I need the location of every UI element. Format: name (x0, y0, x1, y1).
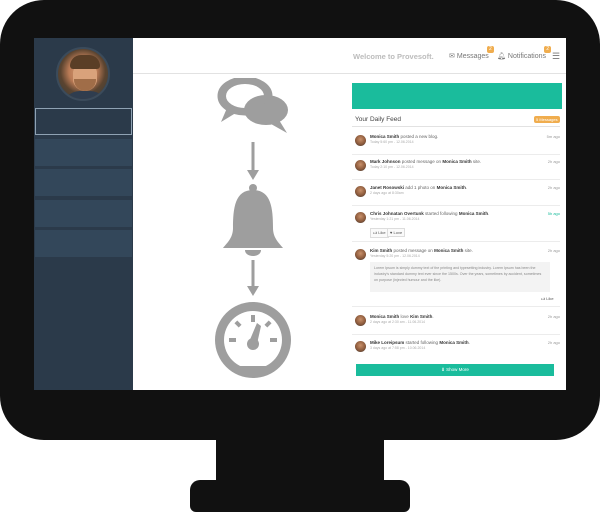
feed-avatar[interactable] (355, 186, 366, 197)
love-button[interactable]: ♥ Love (387, 228, 406, 237)
arrow-1 (247, 142, 259, 180)
arrow-2 (247, 260, 259, 296)
screen: Welcome to Provesoft. ✉ Messages 2 🔔︎ Noti… (34, 38, 566, 390)
sidebar-item-3[interactable] (35, 169, 132, 196)
like-button[interactable]: 👍︎ Like (541, 296, 554, 302)
feed-item-quote: Lorem Ipsum is simply dummy text of the … (370, 262, 550, 292)
feed-item-date: 3 days ago at 7:58 pm - 10.06.2014 (370, 346, 426, 350)
feed-title: Your Daily Feed (355, 116, 402, 123)
feed-avatar[interactable] (355, 135, 366, 146)
sidebar-item-5[interactable] (35, 230, 132, 257)
envelope-icon: ✉ (449, 53, 455, 60)
feed-item-time: 5h ago (547, 211, 560, 216)
sidebar (34, 38, 133, 390)
notifications-link[interactable]: 🔔︎ Notifications 2 (497, 46, 552, 60)
messages-badge: 2 (487, 46, 494, 53)
sidebar-item-4[interactable] (35, 200, 132, 227)
show-more-button[interactable]: ⬇ Show More (356, 364, 554, 376)
messages-link[interactable]: ✉ Messages 2 (449, 46, 494, 60)
feed-avatar[interactable] (355, 212, 366, 223)
feed-messages-badge: 5 Messages (534, 116, 560, 123)
notifications-badge: 2 (544, 46, 552, 53)
feed-item-date: 2 days ago at 8:30am (370, 191, 404, 195)
user-avatar[interactable] (56, 47, 110, 101)
bell-small-icon: 🔔︎ (497, 53, 506, 60)
feed-banner (352, 83, 562, 109)
notifications-label: Notifications (507, 53, 547, 60)
feed-item-date: Yesterday 5:20 pm - 12.06.2014 (370, 254, 420, 258)
feed-item-time: 2h ago (547, 314, 560, 319)
top-navbar: Welcome to Provesoft. ✉ Messages 2 🔔︎ Noti… (133, 38, 566, 74)
bell-icon (223, 184, 283, 256)
feed-item-time: 2h ago (547, 248, 560, 253)
feed-item-time: 2h ago (547, 185, 560, 190)
feed-item-date: 2 days ago at 2:30 am - 11.06.2014 (370, 320, 426, 324)
flow-illustration (215, 78, 291, 378)
feed-item-time: 2h ago (547, 159, 560, 164)
feed-avatar[interactable] (355, 315, 366, 326)
feed-item-time: 5m ago (546, 134, 560, 139)
feed-avatar[interactable] (355, 160, 366, 171)
messages-label: Messages (456, 53, 489, 60)
feed-item-time: 2h ago (547, 340, 560, 345)
main-panel: Welcome to Provesoft. ✉ Messages 2 🔔︎ Noti… (133, 38, 566, 390)
divider (352, 126, 560, 127)
welcome-text: Welcome to Provesoft. (353, 52, 434, 61)
feed-item-date: Today 2:10 pm - 12.06.2014 (370, 165, 414, 169)
chat-bubbles-icon (217, 78, 288, 133)
gauge-icon (215, 302, 291, 378)
menu-icon[interactable]: ☰ (552, 51, 560, 62)
sidebar-item-2[interactable] (35, 139, 132, 166)
monitor-frame: Welcome to Provesoft. ✉ Messages 2 🔔︎ Noti… (0, 0, 600, 440)
feed-avatar[interactable] (355, 249, 366, 260)
sidebar-item-1[interactable] (35, 108, 132, 135)
monitor-stand (190, 480, 410, 512)
feed-item-date: Yesterday 1:21 pm - 11.06.2014 (370, 217, 420, 221)
feed-avatar[interactable] (355, 341, 366, 352)
like-button[interactable]: 👍︎ Like (370, 228, 389, 238)
feed-item-date: Today 5:60 pm - 12.06.2014 (370, 140, 414, 144)
